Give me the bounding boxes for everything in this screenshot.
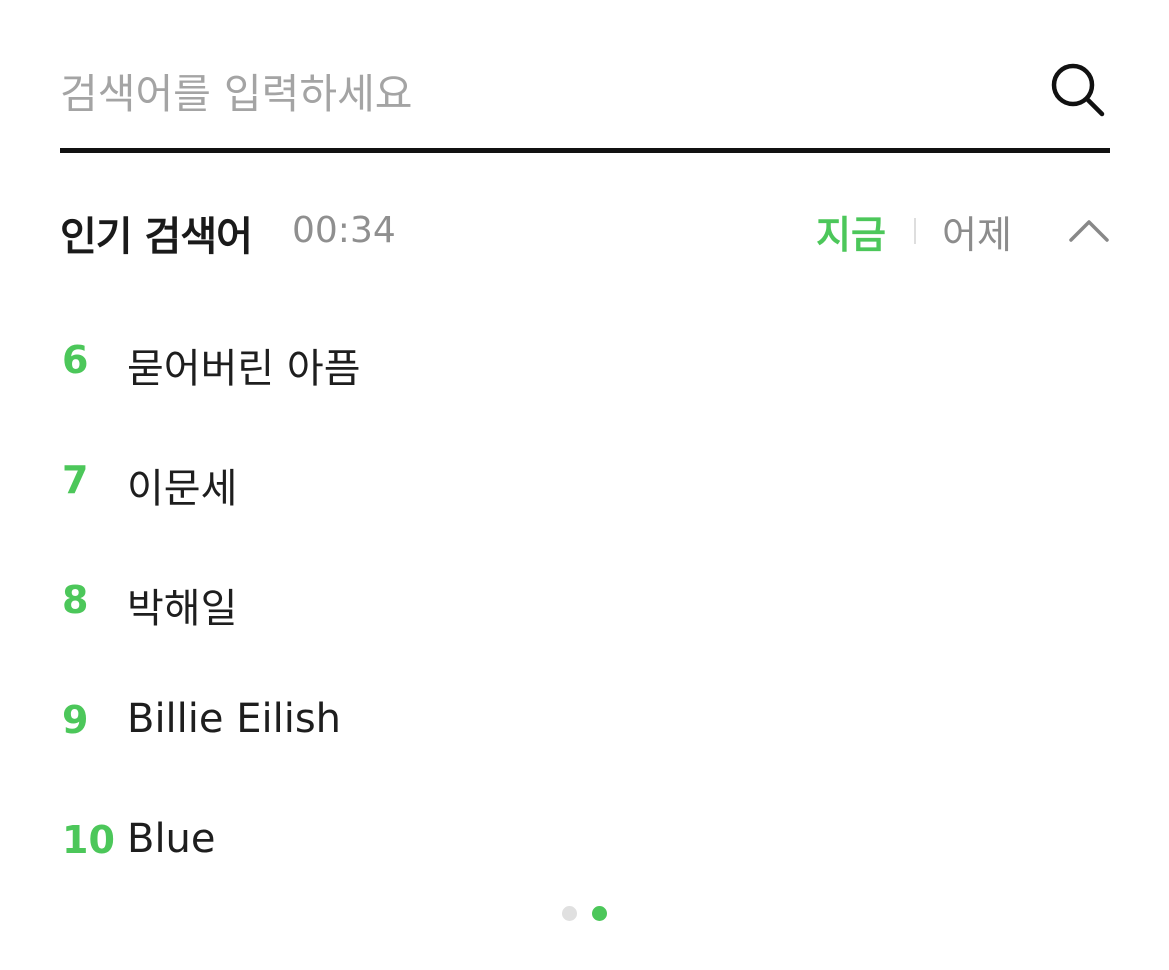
list-item[interactable]: 9 Billie Eilish	[60, 660, 1110, 780]
popular-search-list: 6 묻어버린 아픔 7 이문세 8 박해일 9 Billie Eilish 10…	[60, 300, 1110, 900]
rank-keyword: Billie Eilish	[127, 696, 342, 742]
tab-divider	[914, 218, 916, 244]
search-button[interactable]	[1046, 58, 1110, 122]
rank-number: 7	[62, 458, 89, 502]
rank-keyword: Blue	[127, 816, 216, 862]
page-indicator	[562, 906, 612, 922]
list-item[interactable]: 8 박해일	[60, 540, 1110, 660]
rank-keyword: 이문세	[127, 466, 238, 512]
chevron-up-icon	[1069, 220, 1109, 242]
list-item[interactable]: 7 이문세	[60, 420, 1110, 540]
page-dot-2-active[interactable]	[592, 906, 607, 921]
popular-header: 인기 검색어 00:34 지금 어제	[60, 196, 1110, 266]
section-title: 인기 검색어	[60, 214, 253, 260]
page-dot-1[interactable]	[562, 906, 577, 921]
list-item[interactable]: 10 Blue	[60, 780, 1110, 900]
search-bar	[60, 44, 1110, 153]
tab-now[interactable]: 지금	[816, 204, 886, 259]
update-time: 00:34	[292, 210, 396, 251]
rank-number: 6	[62, 338, 89, 382]
search-icon	[1051, 63, 1105, 117]
tab-yesterday[interactable]: 어제	[942, 204, 1012, 259]
rank-number: 9	[62, 698, 89, 742]
rank-keyword: 묻어버린 아픔	[127, 346, 361, 392]
list-item[interactable]: 6 묻어버린 아픔	[60, 300, 1110, 420]
rank-number: 10	[62, 818, 115, 862]
rank-keyword: 박해일	[127, 586, 238, 632]
collapse-button[interactable]	[1068, 210, 1110, 252]
rank-number: 8	[62, 578, 89, 622]
search-input[interactable]	[60, 66, 1020, 122]
